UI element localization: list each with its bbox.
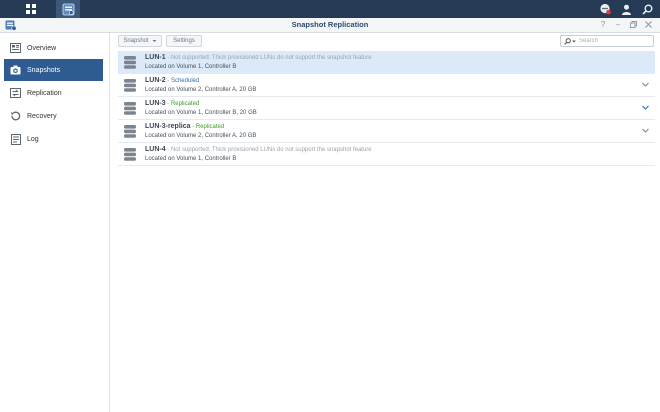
- lun-name: LUN-2: [145, 77, 166, 84]
- search-icon: [564, 37, 571, 45]
- lun-location: Located on Volume 2, Controller A, 20 GB: [145, 87, 257, 93]
- close-button[interactable]: [642, 19, 654, 31]
- log-icon: [10, 133, 21, 145]
- lun-status: Scheduled: [170, 78, 200, 84]
- lun-database-icon: [124, 125, 136, 138]
- snapshot-button-label: Snapshot: [123, 38, 149, 44]
- chat-bubble-icon: [600, 3, 611, 15]
- sidebar-item-overview[interactable]: Overview: [4, 37, 103, 59]
- toolbar: Snapshot Settings: [110, 33, 660, 49]
- search-icon: [641, 4, 652, 15]
- lun-row-lun-1[interactable]: LUN-1 - Not supported: Thick provisioned…: [118, 51, 655, 74]
- user-button[interactable]: [619, 2, 633, 16]
- sidebar-item-snapshots[interactable]: Snapshots: [4, 59, 103, 81]
- lun-status: Replicated: [195, 124, 225, 130]
- help-button[interactable]: ?: [597, 19, 609, 31]
- settings-button[interactable]: Settings: [166, 35, 202, 47]
- taskbar-app-snapshot-replication[interactable]: [56, 0, 80, 18]
- lun-status: Replicated: [170, 101, 200, 107]
- lun-row-lun-3[interactable]: LUN-3 - Replicated Located on Volume 1, …: [118, 97, 655, 120]
- lun-title: LUN-3-replica - Replicated: [145, 123, 224, 130]
- sidebar-item-replication[interactable]: Replication: [4, 82, 103, 104]
- replication-icon: [10, 88, 21, 99]
- lun-database-icon: [124, 79, 136, 92]
- taskbar: [0, 0, 660, 18]
- user-icon: [621, 4, 631, 15]
- lun-name: LUN-1: [145, 54, 166, 61]
- snapshot-dropdown-button[interactable]: Snapshot: [118, 35, 162, 47]
- lun-location: Located on Volume 1, Controller B: [145, 64, 237, 70]
- caret-down-icon: [152, 40, 157, 42]
- snapshot-replication-app-icon: [62, 3, 74, 15]
- notifications-button[interactable]: [598, 2, 612, 16]
- lun-database-icon: [124, 56, 136, 69]
- lun-row-lun-2[interactable]: LUN-2 - Scheduled Located on Volume 2, C…: [118, 74, 655, 97]
- sidebar-item-label: Recovery: [27, 112, 57, 120]
- sidebar-item-label: Snapshots: [27, 66, 61, 74]
- window-title: Snapshot Replication: [291, 20, 369, 29]
- sidebar: Overview Snapshots Replication Recovery …: [0, 33, 110, 412]
- search-button[interactable]: [640, 2, 654, 16]
- minimize-button[interactable]: –: [612, 19, 624, 31]
- sidebar-item-log[interactable]: Log: [4, 128, 103, 150]
- chevron-down-icon[interactable]: [641, 126, 650, 135]
- lun-title: LUN-2 - Scheduled: [145, 77, 199, 84]
- chevron-down-icon[interactable]: [641, 80, 650, 89]
- lun-title: LUN-1 - Not supported: Thick provisioned…: [145, 54, 372, 61]
- camera-icon: [10, 65, 21, 76]
- lun-database-icon: [124, 148, 136, 161]
- lun-name: LUN-3-replica: [145, 123, 191, 130]
- sidebar-item-label: Replication: [27, 89, 62, 97]
- chevron-down-icon[interactable]: [641, 103, 650, 112]
- caret-down-icon[interactable]: [572, 40, 576, 43]
- lun-list: LUN-1 - Not supported: Thick provisioned…: [118, 51, 655, 166]
- lun-location: Located on Volume 2, Controller A, 20 GB: [145, 133, 257, 139]
- recovery-icon: [10, 111, 21, 122]
- lun-title: LUN-4 - Not supported: Thick provisioned…: [145, 146, 372, 153]
- lun-name: LUN-3: [145, 100, 166, 107]
- lun-title: LUN-3 - Replicated: [145, 100, 199, 107]
- sidebar-item-label: Log: [27, 135, 39, 143]
- restore-icon: [629, 21, 637, 28]
- lun-location: Located on Volume 1, Controller B: [145, 156, 237, 162]
- search-box[interactable]: [560, 35, 654, 47]
- restore-button[interactable]: [627, 19, 639, 31]
- lun-status: Not supported: Thick provisioned LUNs do…: [170, 147, 372, 153]
- sidebar-item-recovery[interactable]: Recovery: [4, 105, 103, 127]
- settings-button-label: Settings: [173, 38, 195, 44]
- window-titlebar: Snapshot Replication ? –: [0, 18, 660, 33]
- lun-location: Located on Volume 1, Controller B, 20 GB: [145, 110, 257, 116]
- sidebar-item-label: Overview: [27, 44, 57, 52]
- lun-database-icon: [124, 102, 136, 115]
- main-menu-button[interactable]: [16, 0, 46, 18]
- lun-status: Not supported: Thick provisioned LUNs do…: [170, 55, 372, 61]
- lun-name: LUN-4: [145, 146, 166, 153]
- close-icon: [644, 21, 652, 28]
- lun-row-lun-3-replica[interactable]: LUN-3-replica - Replicated Located on Vo…: [118, 120, 655, 143]
- grid-icon: [26, 4, 36, 14]
- lun-row-lun-4[interactable]: LUN-4 - Not supported: Thick provisioned…: [118, 143, 655, 166]
- search-input[interactable]: [579, 38, 649, 44]
- overview-icon: [10, 43, 21, 54]
